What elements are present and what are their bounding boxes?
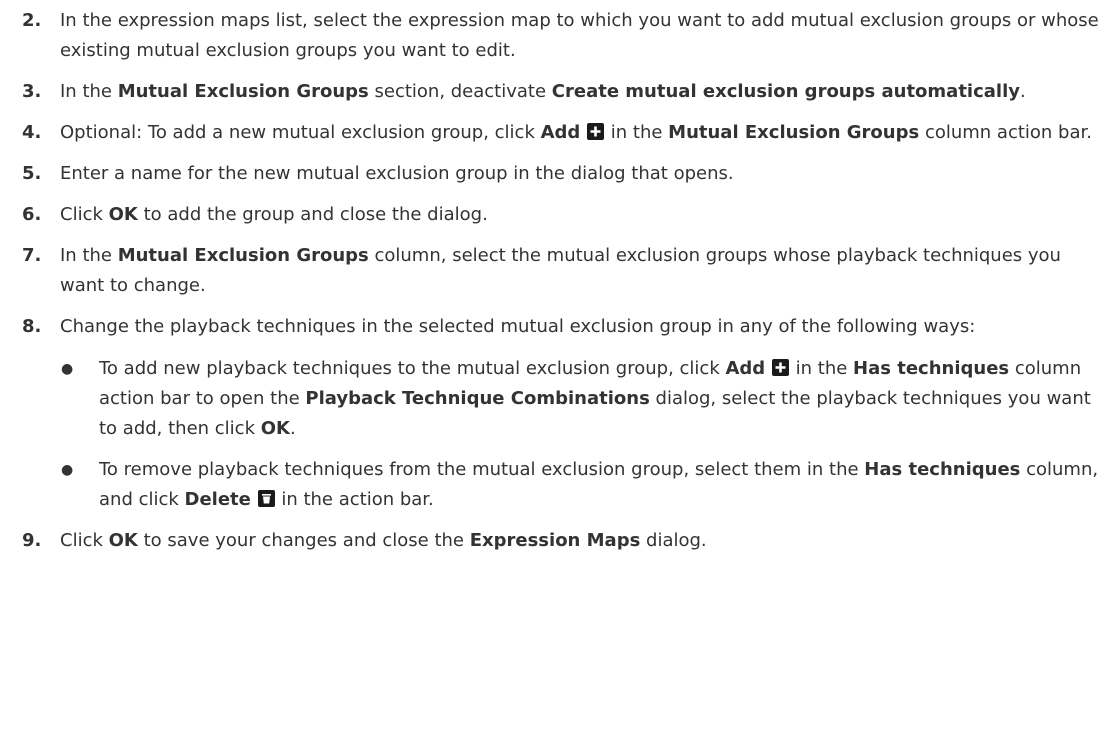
- text-run: To remove playback techniques from the m…: [99, 459, 865, 480]
- step-text: In the Mutual Exclusion Groups column, s…: [60, 241, 1104, 301]
- step-number: 9.: [22, 530, 42, 551]
- text-run: Enter a name for the new mutual exclusio…: [60, 163, 734, 184]
- text-run: In the expression maps list, select the …: [60, 10, 1099, 61]
- ui-term: OK: [108, 204, 138, 225]
- sub-step-text: To remove playback techniques from the m…: [99, 455, 1104, 515]
- text-run: in the: [789, 358, 854, 379]
- text-run: .: [289, 418, 296, 439]
- text-run: to save your changes and close the: [137, 530, 470, 551]
- text-run: to add the group and close the dialog.: [137, 204, 488, 225]
- procedure-steps: 2. In the expression maps list, select th…: [22, 6, 1104, 567]
- sub-step-text: To add new playback techniques to the mu…: [99, 354, 1104, 444]
- ui-term: Mutual Exclusion Groups: [117, 245, 369, 266]
- sub-steps: ● To add new playback techniques to the m…: [60, 354, 1104, 515]
- ui-term: Add: [725, 358, 766, 379]
- text-run: In the: [60, 81, 118, 102]
- text-run: To add new playback techniques to the mu…: [99, 358, 726, 379]
- step-text: Change the playback techniques in the se…: [60, 312, 1104, 526]
- step-8: 8. Change the playback techniques in the …: [22, 312, 1104, 526]
- ui-term: Mutual Exclusion Groups: [668, 122, 920, 143]
- text-run: Optional: To add a new mutual exclusion …: [60, 122, 541, 143]
- text-run: in the action bar.: [275, 489, 434, 510]
- step-number: 7.: [22, 245, 42, 266]
- delete-icon: [257, 490, 275, 507]
- ui-term: Create mutual exclusion groups automatic…: [551, 81, 1020, 102]
- ui-term: OK: [108, 530, 138, 551]
- text-run: Click: [60, 204, 109, 225]
- step-7: 7. In the Mutual Exclusion Groups column,…: [22, 241, 1104, 301]
- step-9: 9. Click OK to save your changes and clos…: [22, 526, 1104, 556]
- step-text: Click OK to save your changes and close …: [60, 526, 1104, 556]
- text-run: [251, 489, 257, 510]
- text-run: column action bar.: [919, 122, 1092, 143]
- ui-term: OK: [260, 418, 290, 439]
- text-run: Change the playback techniques in the se…: [60, 316, 976, 337]
- step-number: 8.: [22, 316, 42, 337]
- step-2: 2. In the expression maps list, select th…: [22, 6, 1104, 66]
- page: { "steps": [ { "num": "2.", "parts": [ {…: [0, 0, 1108, 731]
- step-text: In the expression maps list, select the …: [60, 6, 1104, 66]
- step-text: Click OK to add the group and close the …: [60, 200, 1104, 230]
- text-run: dialog.: [640, 530, 707, 551]
- step-text: Enter a name for the new mutual exclusio…: [60, 159, 1104, 189]
- step-text: In the Mutual Exclusion Groups section, …: [60, 77, 1104, 107]
- step-number: 4.: [22, 122, 42, 143]
- step-number: 6.: [22, 204, 42, 225]
- text-run: Click: [60, 530, 109, 551]
- text-run: in the: [605, 122, 669, 143]
- step-number: 5.: [22, 163, 42, 184]
- ui-term: Expression Maps: [469, 530, 641, 551]
- step-6: 6. Click OK to add the group and close th…: [22, 200, 1104, 230]
- bullet-icon: ●: [61, 361, 74, 377]
- step-5: 5. Enter a name for the new mutual exclus…: [22, 159, 1104, 189]
- list-item: ● To add new playback techniques to the m…: [60, 354, 1104, 444]
- ui-term: Add: [540, 122, 581, 143]
- step-text: Optional: To add a new mutual exclusion …: [60, 118, 1104, 148]
- step-number: 3.: [22, 81, 42, 102]
- ui-term: Mutual Exclusion Groups: [117, 81, 369, 102]
- text-run: [580, 122, 586, 143]
- list-item: ● To remove playback techniques from the …: [60, 455, 1104, 515]
- add-icon: [587, 123, 605, 140]
- text-run: [765, 358, 771, 379]
- ui-term: Has techniques: [864, 459, 1021, 480]
- step-4: 4. Optional: To add a new mutual exclusio…: [22, 118, 1104, 148]
- step-3: 3. In the Mutual Exclusion Groups section…: [22, 77, 1104, 107]
- add-icon: [771, 359, 789, 376]
- bullet-icon: ●: [61, 462, 74, 478]
- ui-term: Has techniques: [853, 358, 1010, 379]
- text-run: In the: [60, 245, 118, 266]
- ui-term: Delete: [184, 489, 251, 510]
- text-run: section, deactivate: [368, 81, 552, 102]
- step-number: 2.: [22, 10, 42, 31]
- text-run: .: [1019, 81, 1026, 102]
- ui-term: Playback Technique Combinations: [305, 388, 650, 409]
